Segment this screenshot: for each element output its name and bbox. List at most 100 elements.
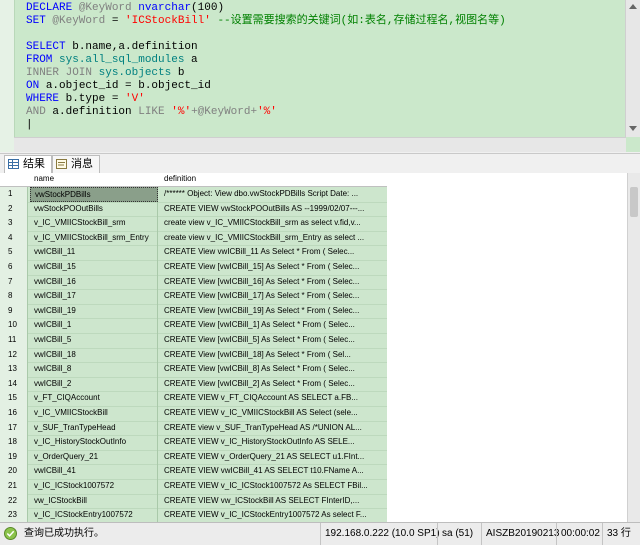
query-editor[interactable]: DECLARE @KeyWord nvarchar(100) SET @KeyWo… xyxy=(0,0,640,152)
cell-definition[interactable]: CREATE View [vwICBill_18] As Select * Fr… xyxy=(160,348,384,363)
table-row[interactable]: 1 vwStockPDBills/****** Object: View dbo.… xyxy=(0,187,387,203)
cell-name[interactable]: v_IC_VMIICStockBill_srm_Entry xyxy=(30,230,158,246)
cell-definition[interactable]: CREATE VIEW v_OrderQuery_21 AS SELECT u1… xyxy=(160,450,384,465)
row-number[interactable]: 18 xyxy=(0,435,28,450)
cell-definition[interactable]: CREATE VIEW v_IC_HistoryStockOutInfo AS … xyxy=(160,435,384,450)
results-grid[interactable]: name definition 1 vwStockPDBills/****** O… xyxy=(0,173,640,522)
table-row[interactable]: 6 vwICBill_15 CREATE View [vwICBill_15] As… xyxy=(0,260,387,276)
cell-definition[interactable]: CREATE VIEW v_IC_ICStockEntry1007572 As … xyxy=(160,508,384,522)
table-row[interactable]: 4 v_IC_VMIICStockBill_srm_Entry create vi… xyxy=(0,230,387,247)
table-row[interactable]: 17 v_SUF_TranTypeHead CREATE view v_SUF_Tr… xyxy=(0,420,387,437)
table-row[interactable]: 11 vwICBill_5 CREATE View [vwICBill_5] As … xyxy=(0,333,387,349)
scroll-up-arrow-icon[interactable] xyxy=(629,4,637,9)
row-number[interactable]: 6 xyxy=(0,260,28,275)
cell-name[interactable]: vw_ICStockBill xyxy=(30,493,158,509)
row-number[interactable]: 13 xyxy=(0,362,28,377)
row-number[interactable]: 17 xyxy=(0,420,28,436)
row-number[interactable]: 7 xyxy=(0,274,28,290)
cell-name[interactable]: vwICBill_15 xyxy=(30,260,158,275)
grid-vertical-scrollbar[interactable] xyxy=(627,173,640,522)
code-line[interactable]: WHERE b.type = 'V' xyxy=(26,93,145,106)
table-row[interactable]: 10 vwICBill_1 CREATE View [vwICBill_1] As … xyxy=(0,318,387,334)
cell-name[interactable]: v_IC_ICStockEntry1007572 xyxy=(30,508,158,522)
table-row[interactable]: 5 vwICBill_11 CREATE View vwICBill_11 As S… xyxy=(0,245,387,261)
cell-definition[interactable]: CREATE View [vwICBill_5] As Select * Fro… xyxy=(160,333,384,348)
row-number[interactable]: 19 xyxy=(0,449,28,465)
cell-definition[interactable]: CREATE VIEW vwStockPOOutBills AS --1999/… xyxy=(160,202,384,217)
table-row[interactable]: 8 vwICBill_17 CREATE View [vwICBill_17] As… xyxy=(0,289,387,305)
cell-definition[interactable]: create view v_IC_VMIICStockBill_srm_Entr… xyxy=(160,231,384,246)
row-number[interactable]: 20 xyxy=(0,464,28,479)
table-row[interactable]: 2 vwStockPOOutBills CREATE VIEW vwStockPOO… xyxy=(0,201,387,218)
row-number[interactable]: 2 xyxy=(0,201,28,217)
tab-messages[interactable]: 消息 xyxy=(52,155,100,173)
code-line[interactable]: SET @KeyWord = 'ICStockBill' --设置需要搜索的关键… xyxy=(26,15,506,28)
cell-name[interactable]: v_IC_HistoryStockOutInfo xyxy=(30,435,158,450)
row-number[interactable]: 1 xyxy=(0,187,28,202)
scroll-down-arrow-icon[interactable] xyxy=(629,126,637,131)
cell-name[interactable]: vwICBill_1 xyxy=(30,318,158,333)
table-row[interactable]: 21 v_IC_ICStock1007572 CREATE VIEW v_IC_IC… xyxy=(0,479,387,495)
row-number[interactable]: 21 xyxy=(0,479,28,494)
table-row[interactable]: 18 v_IC_HistoryStockOutInfo CREATE VIEW v_… xyxy=(0,435,387,451)
cell-name[interactable]: v_SUF_TranTypeHead xyxy=(30,420,158,436)
table-row[interactable]: 15 v_FT_CIQAccount CREATE VIEW v_FT_CIQAcc… xyxy=(0,391,387,407)
cell-definition[interactable]: CREATE View [vwICBill_8] As Select * Fro… xyxy=(160,362,384,377)
code-line[interactable]: DECLARE @KeyWord nvarchar(100) xyxy=(26,2,224,15)
code-line[interactable]: AND a.definition LIKE '%'+@KeyWord+'%' xyxy=(26,106,277,119)
cell-definition[interactable]: CREATE VIEW v_FT_CIQAccount AS SELECT a.… xyxy=(160,391,384,406)
cell-name[interactable]: vwICBill_2 xyxy=(30,376,158,392)
cell-name[interactable]: vwICBill_18 xyxy=(30,347,158,363)
row-number[interactable]: 15 xyxy=(0,391,28,406)
cell-definition[interactable]: CREATE VIEW v_IC_VMIICStockBill AS Selec… xyxy=(160,406,384,421)
cell-definition[interactable]: CREATE View vwICBill_11 As Select * From… xyxy=(160,245,384,260)
cell-name[interactable]: v_OrderQuery_21 xyxy=(30,449,158,465)
cell-name[interactable]: vwICBill_19 xyxy=(30,303,158,319)
table-row[interactable]: 9 vwICBill_19 CREATE View [vwICBill_19] As… xyxy=(0,303,387,320)
table-row[interactable]: 12 vwICBill_18 CREATE View [vwICBill_18] A… xyxy=(0,347,387,364)
cell-name[interactable]: vwICBill_41 xyxy=(30,464,158,479)
row-number[interactable]: 3 xyxy=(0,216,28,231)
cell-definition[interactable]: CREATE View [vwICBill_16] As Select * Fr… xyxy=(160,275,384,290)
table-row[interactable]: 20 vwICBill_41 CREATE VIEW vwICBill_41 AS … xyxy=(0,464,387,480)
code-line[interactable]: ON a.object_id = b.object_id xyxy=(26,80,211,93)
cell-name[interactable]: vwICBill_16 xyxy=(30,274,158,290)
table-row[interactable]: 22 vw_ICStockBill CREATE VIEW vw_ICStockBi… xyxy=(0,493,387,510)
code-line[interactable]: INNER JOIN sys.objects b xyxy=(26,67,184,80)
table-row[interactable]: 7 vwICBill_16 CREATE View [vwICBill_16] As… xyxy=(0,274,387,291)
table-row[interactable]: 23 v_IC_ICStockEntry1007572 CREATE VIEW v_… xyxy=(0,508,387,522)
cell-definition[interactable]: CREATE View [vwICBill_19] As Select * Fr… xyxy=(160,304,384,319)
row-number[interactable]: 23 xyxy=(0,508,28,522)
cell-definition[interactable]: CREATE view v_SUF_TranTypeHead AS /*UNIO… xyxy=(160,421,384,436)
cell-name[interactable]: v_IC_VMIICStockBill xyxy=(30,406,158,421)
cell-name[interactable]: v_IC_ICStock1007572 xyxy=(30,479,158,494)
row-number[interactable]: 14 xyxy=(0,376,28,392)
code-line[interactable]: SELECT b.name,a.definition xyxy=(26,41,198,54)
grid-scroll-thumb[interactable] xyxy=(630,187,638,217)
row-number[interactable]: 8 xyxy=(0,289,28,304)
row-number[interactable]: 12 xyxy=(0,347,28,363)
cell-name[interactable]: vwICBill_8 xyxy=(30,362,158,377)
cell-name[interactable]: vwICBill_11 xyxy=(30,245,158,260)
column-header-definition[interactable]: definition xyxy=(164,174,196,183)
cell-definition[interactable]: CREATE View [vwICBill_2] As Select * Fro… xyxy=(160,377,384,392)
cell-name[interactable]: v_IC_VMIICStockBill_srm xyxy=(30,216,158,231)
row-number[interactable]: 22 xyxy=(0,493,28,509)
cell-definition[interactable]: CREATE View [vwICBill_17] As Select * Fr… xyxy=(160,289,384,304)
row-number[interactable]: 5 xyxy=(0,245,28,260)
table-row[interactable]: 16 v_IC_VMIICStockBill CREATE VIEW v_IC_VM… xyxy=(0,406,387,422)
cell-name[interactable]: vwStockPOOutBills xyxy=(30,201,158,217)
cell-definition[interactable]: create view v_IC_VMIICStockBill_srm as s… xyxy=(160,216,384,231)
column-header-name[interactable]: name xyxy=(34,174,54,183)
row-number[interactable]: 4 xyxy=(0,230,28,246)
row-number[interactable]: 9 xyxy=(0,303,28,319)
cell-name[interactable]: vwStockPDBills xyxy=(30,187,158,202)
row-number[interactable]: 10 xyxy=(0,318,28,333)
code-line[interactable]: FROM sys.all_sql_modules a xyxy=(26,54,198,67)
table-row[interactable]: 13 vwICBill_8 CREATE View [vwICBill_8] As … xyxy=(0,362,387,378)
editor-vertical-scrollbar[interactable] xyxy=(625,0,640,137)
row-number[interactable]: 16 xyxy=(0,406,28,421)
row-number[interactable]: 11 xyxy=(0,333,28,348)
cell-definition[interactable]: CREATE VIEW vw_ICStockBill AS SELECT FIn… xyxy=(160,494,384,509)
cell-name[interactable]: vwICBill_5 xyxy=(30,333,158,348)
